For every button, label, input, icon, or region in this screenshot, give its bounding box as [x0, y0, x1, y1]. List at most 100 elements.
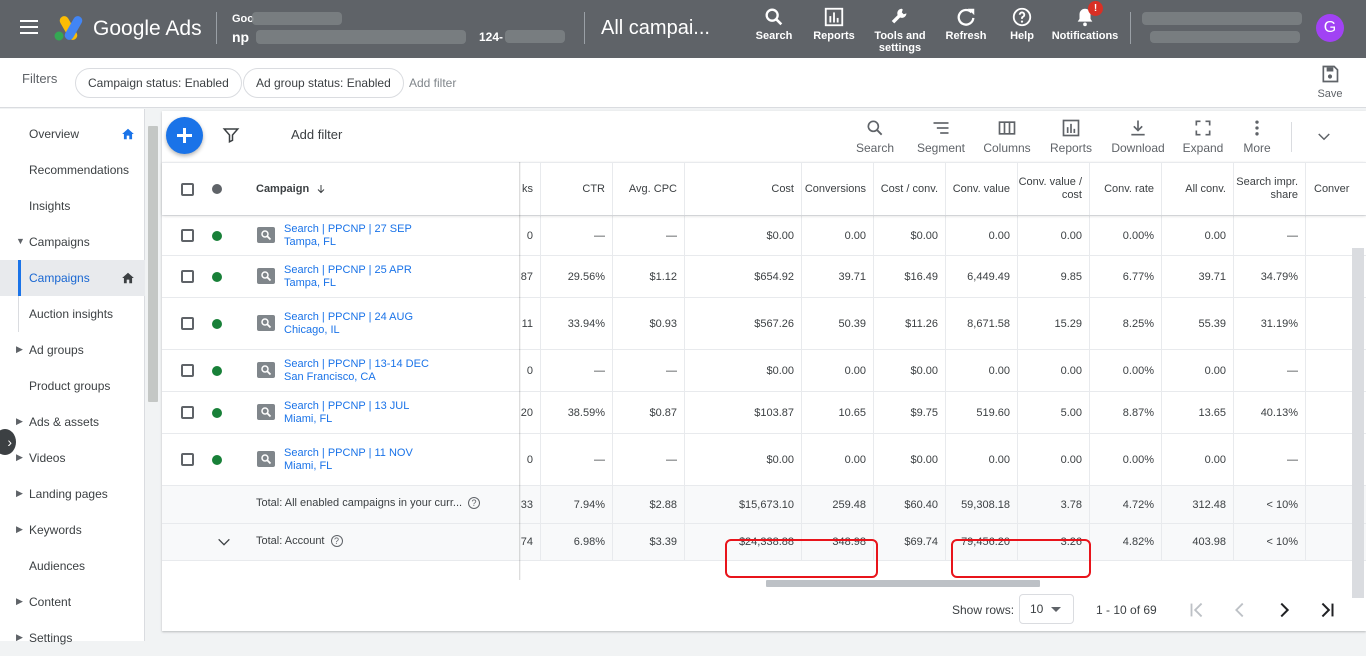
- tools-and-settings-button[interactable]: Tools and settings: [872, 6, 928, 54]
- campaign-name-link[interactable]: Search | PPCNP | 24 AUG Chicago, IL: [284, 311, 413, 337]
- segment-button[interactable]: Segment: [916, 118, 966, 155]
- row-checkbox[interactable]: [181, 229, 194, 242]
- campaign-name[interactable]: Search | PPCNP | 13 JUL: [284, 400, 409, 413]
- account-descriptor[interactable]: np: [232, 29, 249, 45]
- sidebar-item-audiences[interactable]: Audiences: [0, 548, 145, 584]
- filter-chip-ad-group-status[interactable]: Ad group status: Enabled: [243, 68, 404, 98]
- last-page-icon[interactable]: [1316, 599, 1338, 621]
- column-header-conv-value-per-cost[interactable]: Conv. value / cost: [1017, 163, 1089, 215]
- campaign-location[interactable]: Chicago, IL: [284, 324, 413, 337]
- add-campaign-button[interactable]: [166, 117, 203, 154]
- first-page-icon[interactable]: [1186, 599, 1208, 621]
- expand-button[interactable]: Expand: [1181, 118, 1225, 155]
- table-row[interactable]: Search | PPCNP | 13 JUL Miami, FL 20 38.59%…: [162, 392, 1366, 434]
- campaign-location[interactable]: Miami, FL: [284, 460, 413, 473]
- save-button[interactable]: Save: [1312, 64, 1348, 100]
- avatar[interactable]: G: [1316, 14, 1344, 42]
- download-button[interactable]: Download: [1110, 118, 1166, 155]
- chevron-down-icon[interactable]: [1315, 128, 1333, 146]
- campaign-name-link[interactable]: Search | PPCNP | 27 SEP Tampa, FL: [284, 223, 412, 249]
- campaign-name[interactable]: Search | PPCNP | 24 AUG: [284, 311, 413, 324]
- status-enabled-dot[interactable]: [212, 319, 222, 329]
- sidebar-item-recommendations[interactable]: Recommendations: [0, 152, 145, 188]
- status-enabled-dot[interactable]: [212, 231, 222, 241]
- notifications-button[interactable]: Notifications: [1050, 6, 1120, 42]
- campaign-name[interactable]: Search | PPCNP | 25 APR: [284, 264, 412, 277]
- rows-per-page-select[interactable]: 10: [1019, 594, 1074, 624]
- column-header-ctr[interactable]: CTR: [540, 163, 612, 215]
- next-page-icon[interactable]: [1273, 599, 1295, 621]
- column-header-all-conv[interactable]: All conv.: [1161, 163, 1233, 215]
- table-row[interactable]: Search | PPCNP | 11 NOV Miami, FL 0— — $0.00…: [162, 434, 1366, 486]
- campaign-name-link[interactable]: Search | PPCNP | 13 JUL Miami, FL: [284, 400, 409, 426]
- sidebar-item-landing-pages[interactable]: ▶ Landing pages: [0, 476, 145, 512]
- campaign-name[interactable]: Search | PPCNP | 11 NOV: [284, 447, 413, 460]
- campaign-location[interactable]: Tampa, FL: [284, 236, 412, 249]
- reports-button[interactable]: Reports: [810, 6, 858, 42]
- sidebar-item-campaigns[interactable]: Campaigns: [0, 260, 145, 296]
- sidebar-item-auction-insights[interactable]: Auction insights: [0, 296, 145, 332]
- search-button[interactable]: Search: [754, 6, 794, 42]
- status-enabled-dot[interactable]: [212, 272, 222, 282]
- status-column-icon[interactable]: [212, 184, 222, 194]
- sidebar-item-product-groups[interactable]: Product groups: [0, 368, 145, 404]
- column-header-conversions-truncated[interactable]: Conver: [1305, 163, 1366, 215]
- table-reports-button[interactable]: Reports: [1048, 118, 1094, 155]
- column-header-cost[interactable]: Cost: [684, 163, 801, 215]
- campaign-location[interactable]: Tampa, FL: [284, 277, 412, 290]
- row-checkbox[interactable]: [181, 406, 194, 419]
- sidebar-item-ad-groups[interactable]: ▶ Ad groups: [0, 332, 145, 368]
- refresh-button[interactable]: Refresh: [944, 6, 988, 42]
- sidebar-item-settings[interactable]: ▶ Settings: [0, 620, 145, 656]
- status-enabled-dot[interactable]: [212, 455, 222, 465]
- status-enabled-dot[interactable]: [212, 366, 222, 376]
- select-all-checkbox[interactable]: [181, 183, 194, 196]
- column-header-conv-value[interactable]: Conv. value: [945, 163, 1017, 215]
- sidebar-item-ads-assets[interactable]: ▶ Ads & assets: [0, 404, 145, 440]
- help-circle-icon[interactable]: ?: [330, 534, 343, 547]
- campaign-name-link[interactable]: Search | PPCNP | 11 NOV Miami, FL: [284, 447, 413, 473]
- add-filter-button[interactable]: Add filter: [291, 127, 342, 142]
- filter-chip-campaign-status[interactable]: Campaign status: Enabled: [75, 68, 242, 98]
- vertical-scrollbar[interactable]: [1352, 248, 1364, 598]
- table-row[interactable]: Search | PPCNP | 27 SEP Tampa, FL 0— — $0.00…: [162, 216, 1366, 256]
- account-name[interactable]: Goo: [232, 13, 254, 25]
- sidebar-scrollbar-thumb[interactable]: [148, 126, 158, 402]
- column-header-search-impr-share[interactable]: Search impr. share: [1233, 163, 1305, 215]
- table-row[interactable]: Search | PPCNP | 13-14 DEC San Francisco,…: [162, 350, 1366, 392]
- add-filter-link[interactable]: Add filter: [409, 76, 456, 90]
- sidebar-item-campaigns-group[interactable]: ▼ Campaigns: [0, 224, 145, 260]
- column-header-clicks[interactable]: ks: [520, 163, 540, 215]
- campaign-name-link[interactable]: Search | PPCNP | 13-14 DEC San Francisco,…: [284, 358, 429, 384]
- column-header-avg-cpc[interactable]: Avg. CPC: [612, 163, 684, 215]
- columns-button[interactable]: Columns: [982, 118, 1032, 155]
- previous-page-icon[interactable]: [1229, 599, 1251, 621]
- sidebar-item-videos[interactable]: ▶ Videos: [0, 440, 145, 476]
- filter-funnel-icon[interactable]: [222, 126, 240, 144]
- campaign-name-link[interactable]: Search | PPCNP | 25 APR Tampa, FL: [284, 264, 412, 290]
- campaign-location[interactable]: Miami, FL: [284, 413, 409, 426]
- sidebar-item-insights[interactable]: Insights: [0, 188, 145, 224]
- horizontal-scrollbar[interactable]: [766, 580, 1040, 587]
- chevron-down-icon[interactable]: [216, 534, 232, 553]
- row-checkbox[interactable]: [181, 453, 194, 466]
- row-checkbox[interactable]: [181, 270, 194, 283]
- table-search-button[interactable]: Search: [856, 118, 894, 155]
- more-button[interactable]: More: [1240, 118, 1274, 155]
- status-enabled-dot[interactable]: [212, 408, 222, 418]
- column-header-conversions[interactable]: Conversions: [801, 163, 873, 215]
- row-checkbox[interactable]: [181, 317, 194, 330]
- table-row[interactable]: Search | PPCNP | 24 AUG Chicago, IL 11 33.9…: [162, 298, 1366, 350]
- sidebar-item-content[interactable]: ▶ Content: [0, 584, 145, 620]
- campaign-name[interactable]: Search | PPCNP | 27 SEP: [284, 223, 412, 236]
- hamburger-menu-icon[interactable]: [20, 20, 38, 34]
- sidebar-item-overview[interactable]: Overview: [0, 116, 145, 152]
- row-checkbox[interactable]: [181, 364, 194, 377]
- table-row[interactable]: Search | PPCNP | 25 APR Tampa, FL 87 29.56%…: [162, 256, 1366, 298]
- sidebar-item-keywords[interactable]: ▶ Keywords: [0, 512, 145, 548]
- help-circle-icon[interactable]: ?: [468, 497, 481, 510]
- campaign-name[interactable]: Search | PPCNP | 13-14 DEC: [284, 358, 429, 371]
- column-header-campaign[interactable]: Campaign: [256, 163, 519, 215]
- help-button[interactable]: Help: [1006, 6, 1038, 42]
- campaign-location[interactable]: San Francisco, CA: [284, 371, 429, 384]
